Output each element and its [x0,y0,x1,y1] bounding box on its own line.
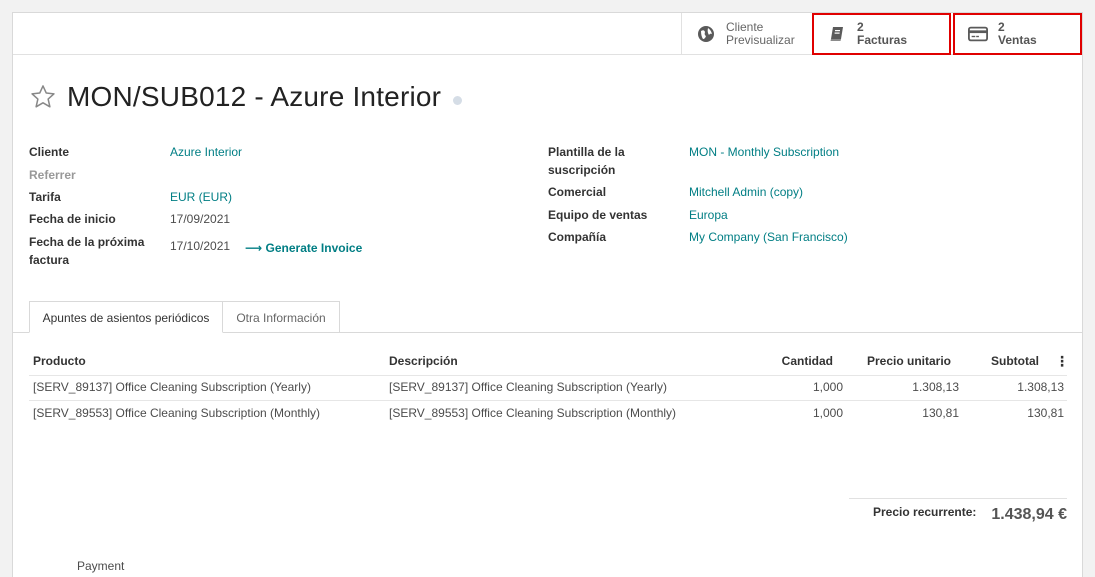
start-date-label: Fecha de inicio [29,212,116,226]
payment-label: Payment [77,559,125,573]
globe-icon [696,24,716,44]
row-unit-price: 1.308,13 [912,380,959,394]
row-subtotal: 130,81 [1027,406,1064,420]
row-subtotal: 1.308,13 [1017,380,1064,394]
next-invoice-label-1: Fecha de la próxima [29,235,145,249]
tab-recurring-lines[interactable]: Apuntes de asientos periódicos [29,301,223,333]
pricelist-value[interactable]: EUR (EUR) [170,188,232,206]
row-product: [SERV_89137] Office Cleaning Subscriptio… [33,380,311,394]
sales-button[interactable]: 2 Ventas [953,13,1082,55]
salesperson-label: Comercial [548,185,607,199]
customer-value[interactable]: Azure Interior [170,143,242,161]
tab-other-info[interactable]: Otra Información [223,301,340,333]
customer-preview-button[interactable]: Cliente Previsualizar [681,13,812,55]
smart-button-box: Cliente Previsualizar 2 Facturas 2 Venta… [13,13,1082,55]
company-value[interactable]: My Company (San Francisco) [689,228,848,246]
record-title: MON/SUB012 - Azure Interior [67,81,442,112]
generate-invoice-link[interactable]: ⟶ Generate Invoice [245,239,362,257]
start-date-value[interactable]: 17/09/2021 [170,210,230,228]
col-product[interactable]: Producto [33,349,86,373]
row-quantity: 1,000 [812,406,843,420]
col-subtotal[interactable]: Subtotal [969,349,1039,373]
column-options-icon[interactable]: ⋮ [1055,349,1069,373]
company-label: Compañía [548,230,607,244]
totals-divider [849,498,1067,499]
sales-team-value[interactable]: Europa [689,206,728,224]
recurring-price-value: 1.438,94 € [991,506,1067,523]
next-invoice-label-2: factura [29,253,70,267]
template-label-1: Plantilla de la [548,145,625,159]
title-row: MON/SUB012 - Azure Interior [29,81,463,113]
invoices-label: Facturas [857,33,908,47]
referrer-label: Referrer [29,168,76,182]
sales-team-label: Equipo de ventas [548,208,648,222]
row-product: [SERV_89553] Office Cleaning Subscriptio… [33,406,321,420]
status-dot[interactable] [453,95,463,105]
salesperson-value[interactable]: Mitchell Admin (copy) [689,183,803,201]
card-icon [968,24,988,44]
preview-line2: Previsualizar [726,33,795,47]
invoices-button[interactable]: 2 Facturas [812,13,951,55]
sales-label: Ventas [998,33,1037,47]
template-label-2: suscripción [548,163,616,177]
row-quantity: 1,000 [812,380,843,394]
row-description: [SERV_89553] Office Cleaning Subscriptio… [389,406,677,420]
notebook-tabs: Apuntes de asientos periódicos Otra Info… [13,301,1082,333]
recurring-price-label: Precio recurrente: [873,505,977,519]
row-unit-price: 130,81 [922,406,959,420]
generate-invoice-label: Generate Invoice [265,241,363,255]
form-sheet: Cliente Previsualizar 2 Facturas 2 Venta… [12,12,1083,577]
pricelist-label: Tarifa [29,190,61,204]
col-quantity[interactable]: Cantidad [749,349,833,373]
star-icon[interactable] [29,83,57,111]
template-value[interactable]: MON - Monthly Subscription [689,143,839,161]
col-description[interactable]: Descripción [389,349,458,373]
customer-label: Cliente [29,145,70,159]
row-description: [SERV_89137] Office Cleaning Subscriptio… [389,380,667,394]
arrow-right-icon: ⟶ [245,241,263,255]
col-unit-price[interactable]: Precio unitario [849,349,951,373]
next-invoice-value[interactable]: 17/10/2021 [170,237,230,255]
book-icon [827,24,847,44]
